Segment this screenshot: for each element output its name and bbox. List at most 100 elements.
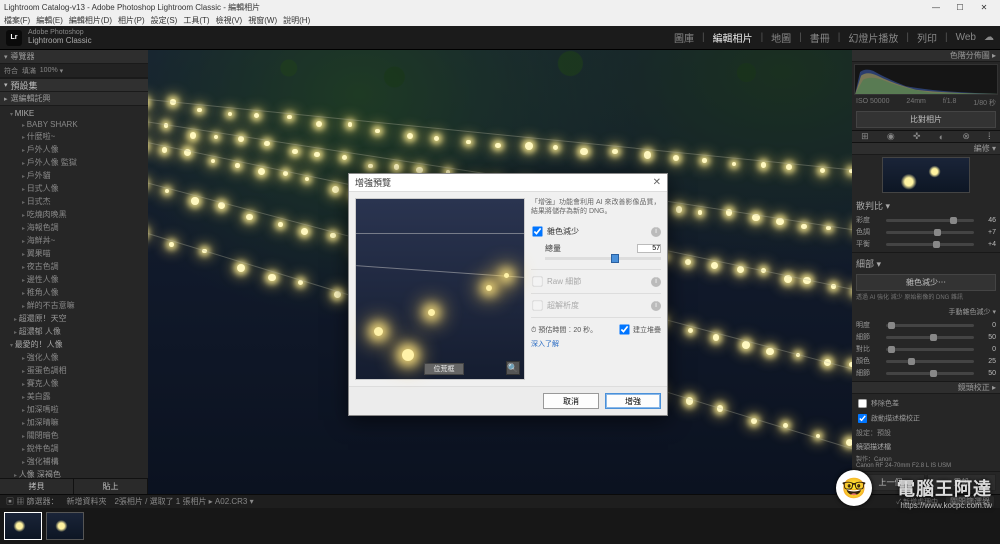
preview-nav-button[interactable]: 位荒框 [424, 363, 464, 375]
sync-photos-button[interactable]: 比對相片 [856, 111, 996, 128]
amount-input[interactable] [637, 244, 661, 253]
menu-tools[interactable]: 工具(T) [183, 15, 209, 26]
info-icon[interactable]: i [651, 277, 661, 287]
menu-photo[interactable]: 相片(P) [118, 15, 145, 26]
module-web[interactable]: Web [956, 32, 976, 43]
preset-item[interactable]: 翼果喵 [0, 247, 148, 260]
preset-item[interactable]: 鮮的不古意嘛 [0, 299, 148, 312]
preset-item[interactable]: 海鮮丼~ [0, 234, 148, 247]
preset-item[interactable]: 夜古色調 [0, 260, 148, 273]
preset-item[interactable]: 日式杰 [0, 195, 148, 208]
module-library[interactable]: 圖庫 [674, 30, 694, 45]
slider-track[interactable] [886, 360, 974, 363]
preset-item[interactable]: 戶外人像 [0, 143, 148, 156]
preset-item[interactable]: 日式人像 [0, 182, 148, 195]
gradient-tool-icon[interactable]: ⊗ [962, 131, 970, 142]
module-print[interactable]: 列印 [917, 30, 937, 45]
enhance-button[interactable]: 增強 [605, 393, 661, 409]
preset-item[interactable]: 賽克人像 [0, 377, 148, 390]
close-window-button[interactable]: ✕ [972, 3, 996, 12]
filmstrip-thumb[interactable] [46, 512, 84, 540]
denoise-button[interactable]: 雜色減少⋯ [856, 274, 996, 291]
preset-item[interactable]: 強化補構 [0, 455, 148, 468]
histogram-header[interactable]: 色階分佈圖 ▸ [852, 50, 1000, 62]
cancel-button[interactable]: 取消 [543, 393, 599, 409]
remove-ca-checkbox[interactable] [858, 399, 867, 408]
menu-settings[interactable]: 設定(S) [151, 15, 178, 26]
heal-tool-icon[interactable]: ◉ [887, 131, 895, 142]
dialog-close-icon[interactable]: ✕ [653, 177, 661, 188]
preset-list[interactable]: MIKEBABY SHARK什麼啦~戶外人像戶外人像 監獄戶外貓日式人像日式杰吃… [0, 106, 148, 478]
preset-item[interactable]: 什麼啦~ [0, 130, 148, 143]
paste-button[interactable]: 貼上 [74, 479, 148, 494]
preview-zoom-icon[interactable]: 🔍 [506, 361, 520, 375]
slider-track[interactable] [886, 231, 974, 234]
info-icon[interactable]: i [651, 227, 661, 237]
info-icon[interactable]: i [651, 301, 661, 311]
enhance-description: 「增強」功能會利用 AI 來改善影像品質，結果將儲存為新的 DNG。 [531, 198, 661, 216]
amount-slider[interactable] [545, 257, 661, 260]
manual-noise-header[interactable]: 手動雜色減少 ▾ [856, 305, 996, 319]
learn-more-link[interactable]: 深入了解 [531, 339, 661, 353]
preset-item[interactable]: 超還原！天空 [0, 312, 148, 325]
brush-tool-icon[interactable]: ⵂ [988, 131, 991, 142]
color-panel-header[interactable]: 散判比 ▾ [856, 197, 996, 214]
presets-header[interactable]: ▾預設集 [0, 78, 148, 92]
module-slideshow[interactable]: 幻燈片播放 [848, 30, 898, 45]
develop-header[interactable]: 編修 ▾ [852, 143, 1000, 155]
mask-tool-icon[interactable]: ✜ [913, 131, 921, 142]
menu-view[interactable]: 檢視(V) [216, 15, 243, 26]
lens-correction-header[interactable]: 鏡頭校正 ▸ [852, 382, 1000, 394]
filmstrip[interactable] [0, 508, 1000, 544]
cloud-sync-icon[interactable]: ☁ [984, 32, 994, 43]
slider-track[interactable] [886, 219, 974, 222]
preset-item[interactable]: 海報色調 [0, 221, 148, 234]
dialog-titlebar[interactable]: 增強預覽 ✕ [349, 174, 667, 192]
minimize-button[interactable]: — [924, 3, 948, 12]
preset-item[interactable]: 加深嗎啦 [0, 403, 148, 416]
module-book[interactable]: 書冊 [810, 30, 830, 45]
preset-item[interactable]: 吃燒肉晚黑 [0, 208, 148, 221]
create-stack-checkbox[interactable] [619, 324, 629, 334]
preset-item[interactable]: 邊性人像 [0, 273, 148, 286]
preset-item[interactable]: 人像 深褐色 [0, 468, 148, 478]
slider-track[interactable] [886, 372, 974, 375]
preset-item[interactable]: 關閉暗色 [0, 429, 148, 442]
filmstrip-thumb[interactable] [4, 512, 42, 540]
preset-item[interactable]: 戶外貓 [0, 169, 148, 182]
denoise-checkbox[interactable] [532, 226, 542, 236]
menu-edit[interactable]: 編輯(E) [36, 15, 63, 26]
preset-item[interactable]: 銳件色調 [0, 442, 148, 455]
menu-window[interactable]: 視窗(W) [248, 15, 277, 26]
redeye-tool-icon[interactable]: ◐ [939, 132, 944, 142]
preset-item[interactable]: 蛋蛋色調相 [0, 364, 148, 377]
preset-item[interactable]: 加深晴嘛 [0, 416, 148, 429]
preset-item[interactable]: 戶外人像 監獄 [0, 156, 148, 169]
slider-track[interactable] [886, 336, 974, 339]
preset-item[interactable]: 超濃郁 人像 [0, 325, 148, 338]
collection-header[interactable]: ▸選編輯託興 [0, 92, 148, 106]
menu-file[interactable]: 檔案(F) [4, 15, 30, 26]
enhance-preview[interactable]: 位荒框 🔍 [355, 198, 525, 380]
copy-button[interactable]: 拷貝 [0, 479, 74, 494]
slider-track[interactable] [886, 324, 974, 327]
preset-item[interactable]: 強化人像 [0, 351, 148, 364]
maximize-button[interactable]: ☐ [948, 3, 972, 12]
preset-item[interactable]: MIKE [0, 108, 148, 119]
crop-tool-icon[interactable]: ⊞ [861, 131, 869, 142]
menu-develop[interactable]: 編輯相片(D) [69, 15, 112, 26]
enable-profile-checkbox[interactable] [858, 414, 867, 423]
preset-item[interactable]: 美白露 [0, 390, 148, 403]
module-map[interactable]: 地圖 [771, 30, 791, 45]
navigator-zoom[interactable]: 符合 填滿 100% ▾ [0, 64, 148, 78]
view-mode-icons[interactable]: ▣ ▦ 篩選器： [6, 496, 58, 507]
menu-help[interactable]: 說明(H) [283, 15, 310, 26]
preset-item[interactable]: BABY SHARK [0, 119, 148, 130]
detail-panel-header[interactable]: 細部 ▾ [856, 255, 996, 272]
slider-track[interactable] [886, 243, 974, 246]
preset-item[interactable]: 稚角人像 [0, 286, 148, 299]
preset-item[interactable]: 最愛的！人像 [0, 338, 148, 351]
navigator-header[interactable]: ▾導覽器 [0, 50, 148, 64]
slider-track[interactable] [886, 348, 974, 351]
module-develop[interactable]: 編輯相片 [713, 30, 753, 45]
